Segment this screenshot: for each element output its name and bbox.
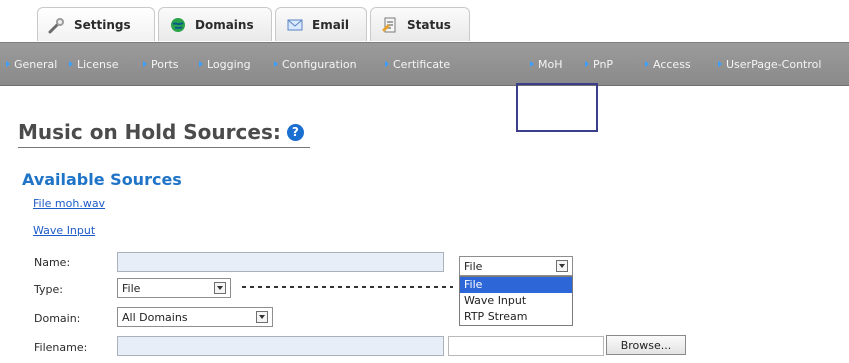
tab-label: Status (407, 17, 451, 32)
nav-arrow-icon (718, 61, 722, 67)
email-icon (286, 16, 304, 34)
subnav-label: MoH (538, 57, 563, 71)
subnav-item-ports[interactable]: Ports (143, 43, 179, 85)
subnav-item-logging[interactable]: Logging (199, 43, 251, 85)
type-dropdown-value: File (464, 259, 483, 273)
browse-button[interactable]: Browse... (606, 335, 686, 355)
section-title: Available Sources (22, 170, 182, 189)
type-label: Type: (34, 283, 63, 296)
moh-highlight-box (516, 83, 598, 132)
page-title: Music on Hold Sources: ? (18, 120, 304, 144)
dropdown-option-rtp-stream[interactable]: RTP Stream (460, 309, 572, 325)
nav-arrow-icon (645, 61, 649, 67)
tab-status[interactable]: Status (370, 7, 470, 41)
subnav-item-moh[interactable]: MoH (530, 43, 563, 85)
domains-icon (169, 16, 187, 34)
type-dropdown-select[interactable]: File (459, 256, 573, 276)
type-dropdown-list: File Wave Input RTP Stream (459, 276, 573, 326)
nav-arrow-icon (385, 61, 389, 67)
subnav-label: License (77, 57, 119, 71)
subnav-item-certificate[interactable]: Certificate (385, 43, 450, 85)
subnav-label: UserPage-Control (726, 57, 822, 71)
subnav-label: Ports (151, 57, 179, 71)
nav-arrow-icon (199, 61, 203, 67)
type-select-value: File (122, 281, 141, 295)
subnav-label: General (14, 57, 58, 71)
subnav-item-pnp[interactable]: PnP (585, 43, 613, 85)
page-title-text: Music on Hold Sources: (18, 120, 281, 144)
nav-arrow-icon (6, 61, 10, 67)
subnav-label: Logging (207, 57, 251, 71)
subnav-label: Access (653, 57, 691, 71)
sub-navigation: General License Ports Logging Configurat… (0, 42, 849, 132)
tab-settings[interactable]: Settings (37, 7, 155, 41)
nav-arrow-icon (585, 61, 589, 67)
subnav-item-configuration[interactable]: Configuration (274, 43, 357, 85)
subnav-label: Certificate (393, 57, 451, 71)
name-input[interactable] (117, 252, 444, 272)
domain-label: Domain: (34, 312, 81, 325)
domain-select[interactable]: All Domains (117, 307, 273, 327)
help-icon[interactable]: ? (286, 123, 304, 141)
file-path-display[interactable] (448, 336, 604, 356)
subnav-label: PnP (593, 57, 614, 71)
settings-icon (48, 16, 66, 34)
top-tab-bar: Settings Domains Email Status (0, 0, 849, 42)
nav-arrow-icon (69, 61, 73, 67)
source-link-wave-input[interactable]: Wave Input (33, 224, 95, 237)
subnav-item-access[interactable]: Access (645, 43, 691, 85)
subnav-item-userpage-control[interactable]: UserPage-Control (718, 43, 821, 85)
title-underline (18, 147, 310, 148)
status-icon (381, 16, 399, 34)
subnav-item-license[interactable]: License (69, 43, 118, 85)
chevron-down-icon (214, 282, 226, 294)
dropdown-option-file[interactable]: File (460, 277, 572, 293)
filename-label: Filename: (34, 341, 88, 354)
name-label: Name: (34, 256, 71, 269)
tab-email[interactable]: Email (275, 7, 367, 41)
source-link-file-moh[interactable]: File moh.wav (33, 197, 105, 210)
subnav-item-general[interactable]: General (6, 43, 57, 85)
dashed-connector (242, 286, 453, 288)
tab-label: Settings (74, 17, 131, 32)
tab-label: Email (312, 17, 350, 32)
chevron-down-icon (556, 260, 568, 272)
domain-select-value: All Domains (122, 310, 188, 324)
filename-input[interactable] (117, 336, 444, 356)
subnav-label: Configuration (282, 57, 357, 71)
type-select[interactable]: File (117, 278, 231, 298)
tab-domains[interactable]: Domains (158, 7, 272, 41)
nav-arrow-icon (530, 61, 534, 67)
tab-label: Domains (195, 17, 254, 32)
dropdown-option-wave-input[interactable]: Wave Input (460, 293, 572, 309)
nav-arrow-icon (274, 61, 278, 67)
nav-arrow-icon (143, 61, 147, 67)
chevron-down-icon (256, 311, 268, 323)
